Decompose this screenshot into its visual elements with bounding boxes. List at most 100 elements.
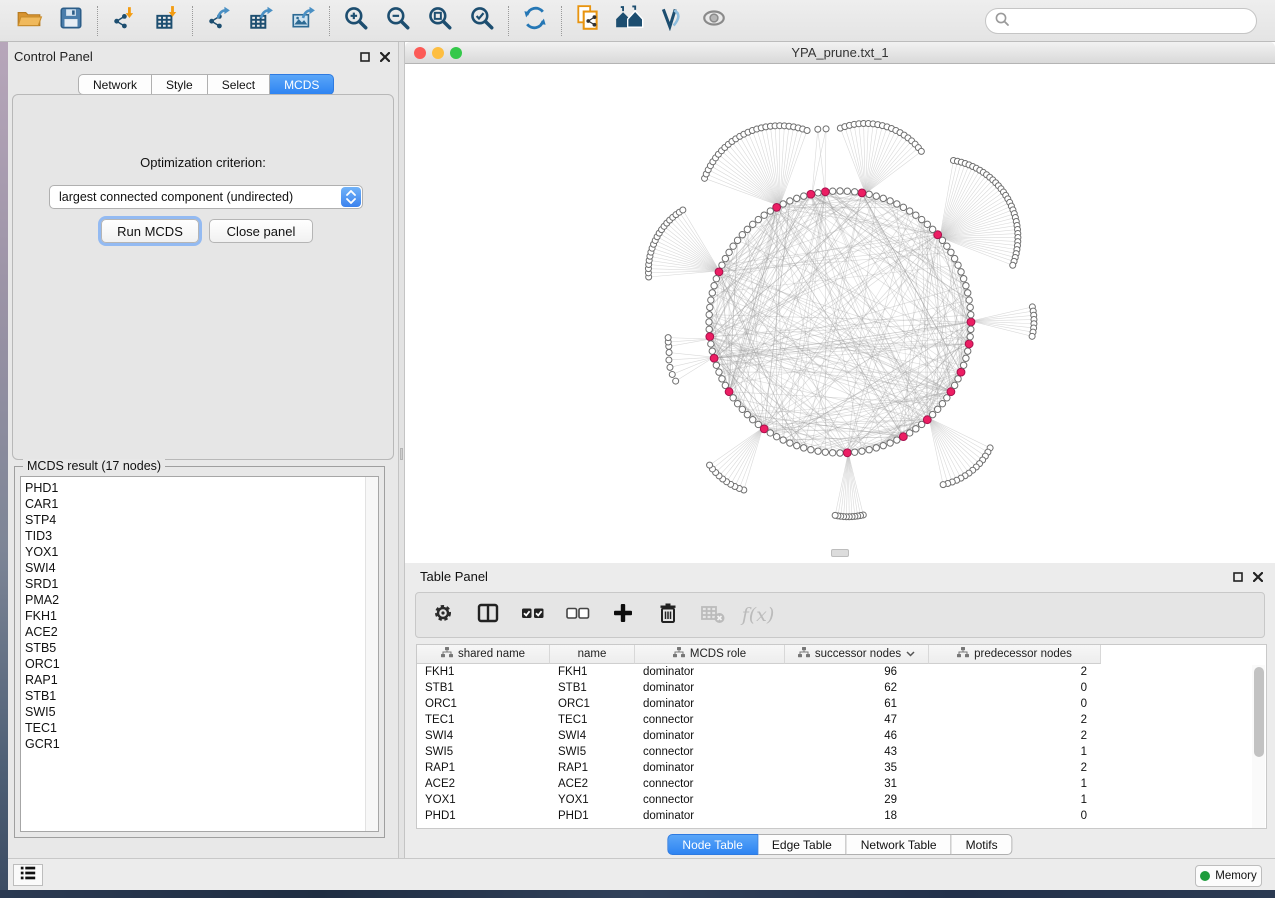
criterion-label: Optimization criterion: xyxy=(13,155,393,170)
toolbar-separator xyxy=(508,6,509,36)
table-cell: 47 xyxy=(785,714,929,726)
mcds-result-item: PHD1 xyxy=(25,480,365,496)
export-table-button[interactable] xyxy=(240,3,282,39)
export-network-button[interactable] xyxy=(198,3,240,39)
table-cell: 61 xyxy=(785,698,929,710)
export-table-icon xyxy=(247,5,275,36)
mcds-result-item: RAP1 xyxy=(25,672,365,688)
tab-select[interactable]: Select xyxy=(208,74,270,95)
task-history-button[interactable] xyxy=(13,864,43,886)
network-graph-canvas[interactable] xyxy=(405,64,1275,563)
refresh-network-button[interactable] xyxy=(514,3,556,39)
select-all-button[interactable] xyxy=(520,602,546,628)
table-row[interactable]: FKH1FKH1dominator962 xyxy=(417,664,1101,680)
float-panel-icon[interactable] xyxy=(1233,569,1243,587)
status-bar: Memory xyxy=(8,858,1275,890)
table-cell: SWI4 xyxy=(550,730,635,742)
export-image-button[interactable] xyxy=(282,3,324,39)
node-table-rows: FKH1FKH1dominator962STB1STB1dominator620… xyxy=(417,664,1101,824)
node-table: shared name name MCDS rolesuccessor nodesp… xyxy=(416,644,1267,829)
zoom-in-button[interactable] xyxy=(335,3,377,39)
table-row[interactable]: STB1STB1dominator620 xyxy=(417,680,1101,696)
tab-node-table[interactable]: Node Table xyxy=(667,834,758,855)
vertical-splitter-handle[interactable] xyxy=(400,448,403,460)
table-scrollbar[interactable] xyxy=(1252,665,1265,828)
add-column-button[interactable] xyxy=(610,602,636,628)
zoom-selected-button[interactable] xyxy=(461,3,503,39)
table-cell: ACE2 xyxy=(417,778,550,790)
table-cell: FKH1 xyxy=(417,666,550,678)
search-icon xyxy=(994,11,1010,32)
table-row[interactable]: RAP1RAP1dominator352 xyxy=(417,760,1101,776)
table-cell: dominator xyxy=(635,762,785,774)
table-scrollbar-thumb[interactable] xyxy=(1254,667,1264,757)
save-session-button[interactable] xyxy=(50,3,92,39)
desktop-wallpaper-left xyxy=(0,42,8,890)
column-type-icon xyxy=(673,647,685,661)
network-from-document-button[interactable] xyxy=(567,3,609,39)
network-window-title: YPA_prune.txt_1 xyxy=(405,45,1275,60)
tab-style[interactable]: Style xyxy=(152,74,208,95)
column-header-MCDS-role[interactable]: MCDS role xyxy=(635,645,785,664)
zoom-out-button[interactable] xyxy=(377,3,419,39)
columns-button[interactable] xyxy=(475,602,501,628)
home-icon xyxy=(615,5,645,36)
main-toolbar xyxy=(0,0,1275,42)
delete-column-button[interactable] xyxy=(655,602,681,628)
table-row[interactable]: ACE2ACE2connector311 xyxy=(417,776,1101,792)
table-row[interactable]: PHD1PHD1dominator180 xyxy=(417,808,1101,824)
table-row[interactable]: ORC1ORC1dominator610 xyxy=(417,696,1101,712)
close-panel-icon[interactable] xyxy=(380,49,390,67)
vertical-splitter[interactable] xyxy=(398,42,405,858)
criterion-value: largest connected component (undirected) xyxy=(50,190,341,204)
mcds-result-list[interactable]: PHD1CAR1STP4TID3YOX1SWI4SRD1PMA2FKH1ACE2… xyxy=(20,476,379,832)
table-cell: dominator xyxy=(635,698,785,710)
table-row[interactable]: SWI5SWI5connector431 xyxy=(417,744,1101,760)
close-panel-button[interactable]: Close panel xyxy=(209,219,313,243)
open-file-button[interactable] xyxy=(8,3,50,39)
tab-motifs[interactable]: Motifs xyxy=(952,834,1013,855)
mcds-result-item: STB1 xyxy=(25,688,365,704)
table-cell: 29 xyxy=(785,794,929,806)
vizmapper-button[interactable] xyxy=(651,3,693,39)
column-header-predecessor-nodes[interactable]: predecessor nodes xyxy=(929,645,1101,664)
tab-edge-table[interactable]: Edge Table xyxy=(758,834,847,855)
import-table-button[interactable] xyxy=(145,3,187,39)
column-header-shared-name[interactable]: shared name xyxy=(417,645,550,664)
tab-network-table[interactable]: Network Table xyxy=(847,834,952,855)
column-label: name xyxy=(578,648,607,660)
gear-button[interactable] xyxy=(430,602,456,628)
select-none-button[interactable] xyxy=(565,602,591,628)
mcds-list-scrollbar[interactable] xyxy=(365,477,378,831)
column-header-successor-nodes[interactable]: successor nodes xyxy=(785,645,929,664)
tab-mcds[interactable]: MCDS xyxy=(270,74,334,95)
tab-network[interactable]: Network xyxy=(78,74,152,95)
search-box[interactable] xyxy=(985,8,1257,34)
table-cell: 0 xyxy=(929,698,1101,710)
criterion-dropdown[interactable]: largest connected component (undirected) xyxy=(49,185,363,209)
toolbar-separator xyxy=(192,6,193,36)
column-header-name[interactable]: name xyxy=(550,645,635,664)
mcds-result-item: YOX1 xyxy=(25,544,365,560)
node-table-header: shared name name MCDS rolesuccessor nodesp… xyxy=(417,645,1101,664)
show-hide-button[interactable] xyxy=(693,3,735,39)
function-builder-button: f(x) xyxy=(745,602,771,628)
zoom-fit-button[interactable] xyxy=(419,3,461,39)
network-window-titlebar[interactable]: YPA_prune.txt_1 xyxy=(405,42,1275,64)
table-row[interactable]: TEC1TEC1connector472 xyxy=(417,712,1101,728)
table-row[interactable]: SWI4SWI4dominator462 xyxy=(417,728,1101,744)
table-row[interactable]: YOX1YOX1connector291 xyxy=(417,792,1101,808)
export-image-icon xyxy=(289,5,317,36)
run-mcds-button[interactable]: Run MCDS xyxy=(101,219,199,243)
memory-button[interactable]: Memory xyxy=(1195,865,1262,887)
search-input[interactable] xyxy=(1010,11,1256,31)
desktop-wallpaper-bottom xyxy=(0,890,1275,898)
mcds-result-item: GCR1 xyxy=(25,736,365,752)
mcds-result-item: FKH1 xyxy=(25,608,365,624)
home-button[interactable] xyxy=(609,3,651,39)
table-panel-title: Table Panel xyxy=(420,569,488,584)
import-network-button[interactable] xyxy=(103,3,145,39)
float-panel-icon[interactable] xyxy=(360,49,370,67)
close-panel-icon[interactable] xyxy=(1253,569,1263,587)
horizontal-splitter-handle[interactable] xyxy=(831,549,849,557)
